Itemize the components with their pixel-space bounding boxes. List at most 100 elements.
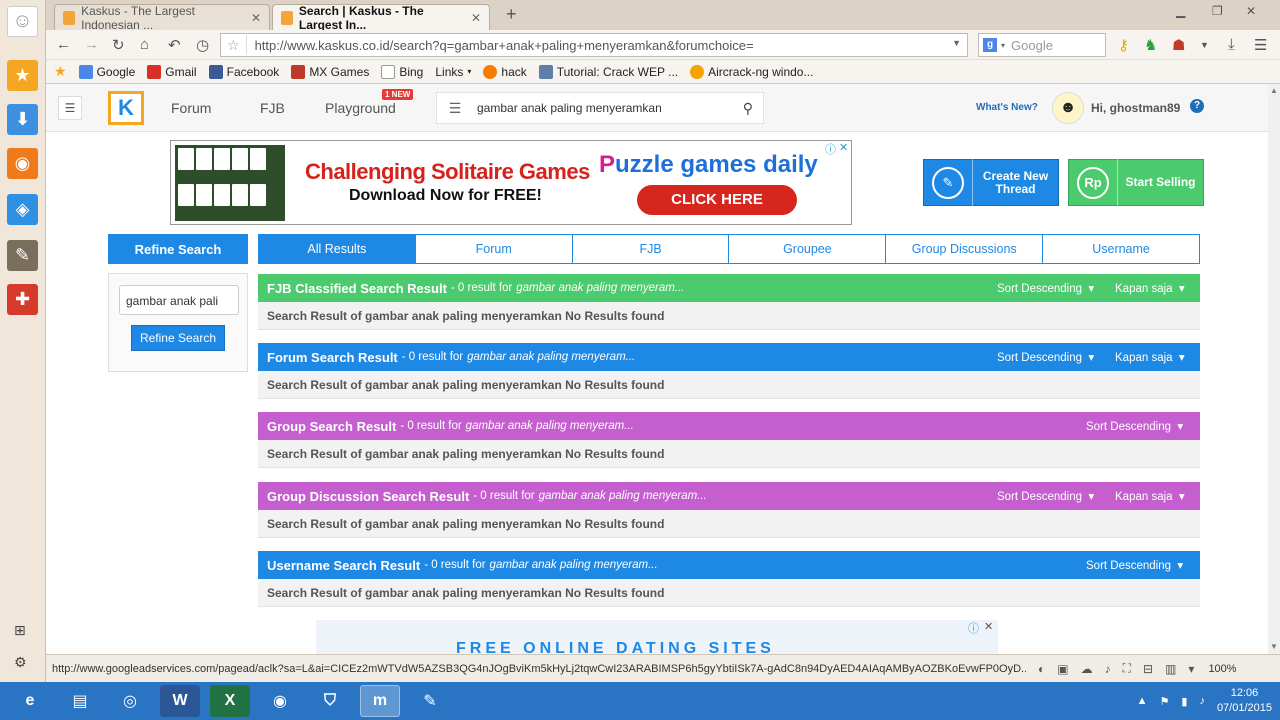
action-center-icon[interactable]: ⚑: [1160, 695, 1170, 708]
back-icon[interactable]: ←: [56, 36, 71, 53]
excel-icon[interactable]: X: [210, 685, 250, 717]
search-options-icon[interactable]: ☰: [437, 100, 473, 117]
close-tab-icon[interactable]: ✕: [251, 11, 261, 25]
whats-new-link[interactable]: What's New?: [976, 102, 1038, 113]
internet-explorer-icon[interactable]: e: [10, 685, 50, 717]
sort-descending-dropdown[interactable]: Sort Descending ▾: [997, 350, 1094, 364]
close-tab-icon[interactable]: ✕: [471, 11, 481, 25]
ad-click-here-button[interactable]: CLICK HERE: [637, 185, 797, 215]
user-greeting[interactable]: Hi, ghostman89: [1091, 101, 1180, 115]
refine-search-input[interactable]: gambar anak pali: [119, 285, 239, 315]
extension-game-icon[interactable]: ☗: [1172, 36, 1185, 54]
bookmark-mx-games[interactable]: MX Games: [291, 64, 369, 79]
nav-fjb[interactable]: FJB: [260, 100, 285, 116]
notes-icon[interactable]: ✎: [7, 240, 38, 271]
dating-ad-banner[interactable]: FREE ONLINE DATING SITES ⓘ ✕: [316, 620, 998, 654]
bookmark-hack[interactable]: hack: [483, 64, 527, 79]
word-icon[interactable]: W: [160, 685, 200, 717]
tab-username[interactable]: Username: [1042, 235, 1199, 263]
file-explorer-icon[interactable]: ▤: [60, 685, 100, 717]
smiley-icon[interactable]: ☺: [7, 6, 38, 37]
time-filter-dropdown[interactable]: Kapan saja ▾: [1115, 281, 1185, 295]
sort-descending-dropdown[interactable]: Sort Descending ▾: [997, 489, 1094, 503]
network-icon[interactable]: ▮: [1181, 695, 1187, 708]
home-icon[interactable]: ⌂: [140, 36, 149, 53]
maxthon-browser-icon[interactable]: m: [360, 685, 400, 717]
bookmark-tutorial[interactable]: Tutorial: Crack WEP ...: [538, 64, 678, 79]
menu-icon[interactable]: ☰: [1254, 36, 1267, 54]
chrome-icon[interactable]: ◉: [260, 685, 300, 717]
favorites-star-icon[interactable]: ★: [7, 60, 38, 91]
refine-search-button[interactable]: Refine Search: [131, 325, 225, 351]
tab-kaskus-home[interactable]: Kaskus - The Largest Indonesian ... ✕: [54, 4, 270, 32]
sort-descending-dropdown[interactable]: Sort Descending ▾: [1086, 558, 1183, 572]
bookmark-folder-links[interactable]: Links ▾: [435, 65, 471, 79]
new-tab-button[interactable]: +: [506, 4, 517, 25]
rss-icon[interactable]: ◉: [7, 148, 38, 179]
ad-info-icon[interactable]: ⓘ: [968, 620, 979, 636]
start-selling-button[interactable]: Rp Start Selling: [1068, 159, 1204, 206]
search-icon[interactable]: ⚲: [743, 100, 753, 117]
speed-icon[interactable]: ◐: [1038, 662, 1045, 676]
bookmark-aircrack[interactable]: Aircrack-ng windo...: [690, 64, 813, 79]
bookmark-gmail[interactable]: Gmail: [147, 64, 197, 79]
image-toggle-icon[interactable]: ▣: [1057, 662, 1068, 676]
volume-icon[interactable]: ♪: [1105, 662, 1111, 676]
bookmark-bing[interactable]: Bing: [381, 64, 423, 79]
cloud-icon[interactable]: ☁: [1081, 662, 1093, 676]
site-search-bar[interactable]: ☰ gambar anak paling menyeramkan ⚲: [436, 92, 764, 124]
time-filter-dropdown[interactable]: Kapan saja ▾: [1115, 489, 1185, 503]
site-search-input[interactable]: gambar anak paling menyeramkan: [473, 101, 662, 115]
download-icon[interactable]: ⬇: [7, 104, 38, 135]
security-shield-icon[interactable]: ⛉: [310, 685, 350, 717]
split-view-icon[interactable]: ▥: [1165, 662, 1176, 676]
avatar[interactable]: ☻: [1052, 92, 1084, 124]
chevron-down-icon[interactable]: ▼: [1200, 40, 1209, 50]
nav-playground[interactable]: Playground: [325, 100, 396, 116]
undo-icon[interactable]: ↶: [168, 36, 181, 54]
scroll-up-icon[interactable]: ▲: [1270, 86, 1278, 95]
volume-icon[interactable]: ♪: [1199, 695, 1205, 707]
bookmarks-star-icon[interactable]: ★: [54, 63, 67, 80]
close-window-icon[interactable]: ✕: [1246, 4, 1256, 18]
tab-forum[interactable]: Forum: [414, 235, 572, 263]
search-engine-label[interactable]: Google: [1005, 38, 1053, 53]
zoom-dropdown-icon[interactable]: ▾: [1188, 662, 1194, 676]
ad-close-icon[interactable]: ✕: [984, 620, 993, 633]
chevron-down-icon[interactable]: ▼: [952, 38, 961, 48]
ad-close-icon[interactable]: ✕: [839, 141, 848, 154]
nav-forum[interactable]: Forum: [171, 100, 211, 116]
sort-descending-dropdown[interactable]: Sort Descending ▾: [997, 281, 1094, 295]
hamburger-menu-button[interactable]: ☰: [58, 96, 82, 120]
add-panel-icon[interactable]: ⊞: [14, 622, 26, 639]
settings-gear-icon[interactable]: ⚙: [14, 654, 27, 671]
tab-all-results[interactable]: All Results: [259, 235, 415, 263]
bookmark-star-icon[interactable]: ☆: [221, 37, 246, 54]
extension-icon[interactable]: ♞: [1144, 36, 1157, 54]
forward-icon[interactable]: →: [84, 36, 99, 53]
url-text[interactable]: http://www.kaskus.co.id/search?q=gambar+…: [247, 38, 754, 53]
solitaire-ad-banner[interactable]: Challenging Solitaire Games Download Now…: [170, 140, 852, 225]
tab-group-discussions[interactable]: Group Discussions: [885, 235, 1043, 263]
downloads-icon[interactable]: ⤓: [1228, 36, 1235, 53]
zoom-level[interactable]: 100%: [1208, 663, 1236, 675]
tab-kaskus-search[interactable]: Search | Kaskus - The Largest In... ✕: [272, 4, 490, 32]
sort-descending-dropdown[interactable]: Sort Descending ▾: [1086, 419, 1183, 433]
url-bar[interactable]: ☆ http://www.kaskus.co.id/search?q=gamba…: [220, 33, 968, 57]
tray-expand-icon[interactable]: ▲: [1137, 695, 1148, 707]
games-icon[interactable]: ✚: [7, 284, 38, 315]
paint-icon[interactable]: ✎: [410, 685, 450, 717]
help-icon[interactable]: ?: [1190, 99, 1204, 113]
browser-search-box[interactable]: g ▾ Google: [978, 33, 1106, 57]
history-icon[interactable]: ◷: [196, 36, 209, 54]
speed-dial-icon[interactable]: ◈: [7, 194, 38, 225]
minimize-icon[interactable]: ▁: [1176, 4, 1185, 18]
page-scrollbar[interactable]: ▲ ▼: [1268, 84, 1280, 654]
key-icon[interactable]: ⚷: [1118, 36, 1129, 54]
tab-groupee[interactable]: Groupee: [728, 235, 886, 263]
kaskus-logo-icon[interactable]: K: [108, 91, 144, 125]
time-filter-dropdown[interactable]: Kapan saja ▾: [1115, 350, 1185, 364]
system-clock[interactable]: 12:06 07/01/2015: [1217, 686, 1272, 716]
media-app-icon[interactable]: ◎: [110, 685, 150, 717]
fullscreen-icon[interactable]: ⛶: [1123, 661, 1131, 676]
